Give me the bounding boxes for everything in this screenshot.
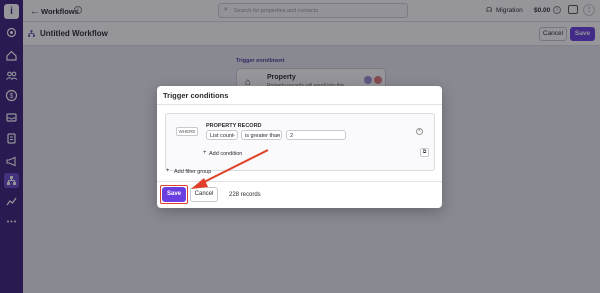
where-badge: WHERE <box>176 127 198 136</box>
filter-group: WHERE PROPERTY RECORD List count ⌄ is gr… <box>165 113 435 171</box>
remove-condition-icon[interactable]: × <box>416 128 423 135</box>
operator-select-value: is greater than <box>245 132 281 139</box>
trigger-conditions-modal: Trigger conditions WHERE PROPERTY RECORD… <box>157 86 442 208</box>
chevron-down-icon: ⌄ <box>232 132 237 138</box>
modal-title: Trigger conditions <box>163 91 229 100</box>
add-filter-group-button[interactable]: Add filter group <box>174 169 211 175</box>
field-select-value: List count <box>210 132 234 139</box>
add-filter-group-plus-icon[interactable]: + <box>166 168 170 174</box>
records-count: 228 records <box>229 192 261 198</box>
copy-icon[interactable]: ⧉ <box>420 148 429 157</box>
modal-cancel-button[interactable]: Cancel <box>190 187 218 202</box>
value-input[interactable]: 2 <box>286 130 346 140</box>
filter-group-title: PROPERTY RECORD <box>206 123 262 129</box>
modal-divider-top <box>157 104 442 105</box>
add-condition-plus-icon[interactable]: + <box>203 150 207 156</box>
field-select[interactable]: List count ⌄ <box>206 130 238 140</box>
value-input-text: 2 <box>290 132 294 139</box>
chevron-down-icon: ⌄ <box>276 132 281 138</box>
add-condition-button[interactable]: Add condition <box>209 151 242 157</box>
modal-divider-bottom <box>157 181 442 182</box>
modal-save-button[interactable]: Save <box>162 187 186 202</box>
operator-select[interactable]: is greater than ⌄ <box>241 130 282 140</box>
